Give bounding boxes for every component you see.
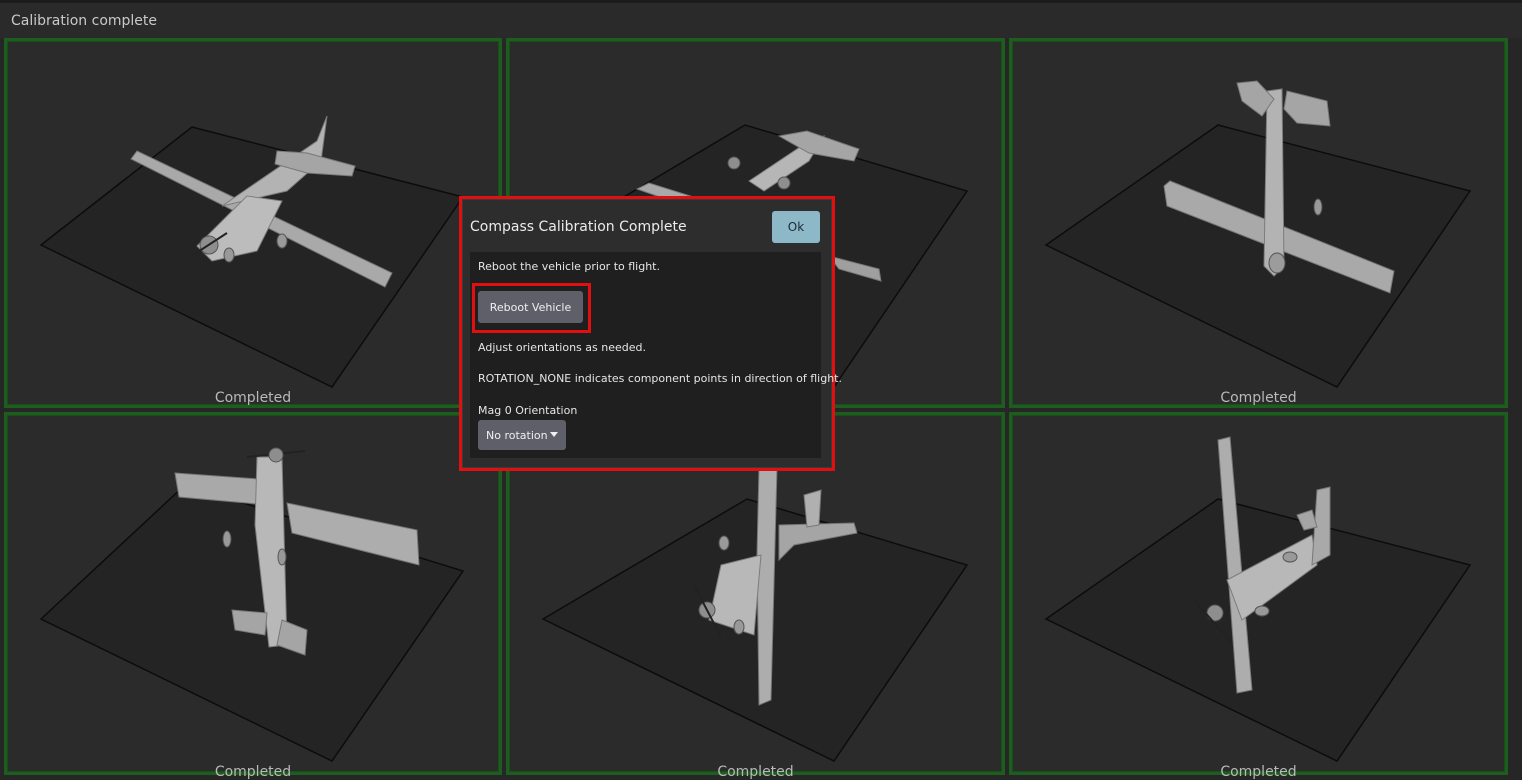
adjust-instruction: Adjust orientations as needed.	[478, 341, 646, 354]
orientation-tile-3: Completed	[1009, 38, 1508, 408]
rotation-note: ROTATION_NONE indicates component points…	[478, 372, 842, 385]
dialog-body: Reboot the vehicle prior to flight. Rebo…	[470, 252, 842, 458]
tile-status: Completed	[214, 764, 292, 780]
orientation-tile-6: Completed	[1009, 412, 1508, 780]
tile-status: Completed	[214, 390, 292, 406]
airplane-diagram	[1044, 436, 1472, 762]
reboot-vehicle-button[interactable]: Reboot Vehicle	[478, 291, 583, 323]
dialog-title: Compass Calibration Complete	[470, 219, 687, 235]
tile-status: Completed	[1220, 764, 1297, 780]
orientation-tile-1: Completed	[4, 38, 502, 408]
orientation-tile-4: Completed	[4, 412, 502, 780]
airplane-diagram	[39, 115, 465, 388]
compass-calibration-dialog: Compass Calibration Complete Ok Reboot t…	[462, 199, 842, 468]
title-bar: Calibration complete	[0, 0, 1522, 38]
mag-orientation-value: No rotation	[486, 428, 548, 442]
mag-orientation-select[interactable]: No rotation	[478, 420, 566, 450]
chevron-down-icon	[550, 432, 558, 437]
page-title: Calibration complete	[11, 13, 158, 29]
tile-status: Completed	[1220, 390, 1297, 406]
reboot-instruction: Reboot the vehicle prior to flight.	[478, 260, 660, 273]
tile-status: Completed	[717, 764, 794, 780]
airplane-diagram	[39, 447, 465, 762]
mag-orientation-label: Mag 0 Orientation	[478, 404, 578, 417]
airplane-diagram	[1044, 80, 1472, 388]
ok-button[interactable]: Ok	[772, 211, 820, 243]
